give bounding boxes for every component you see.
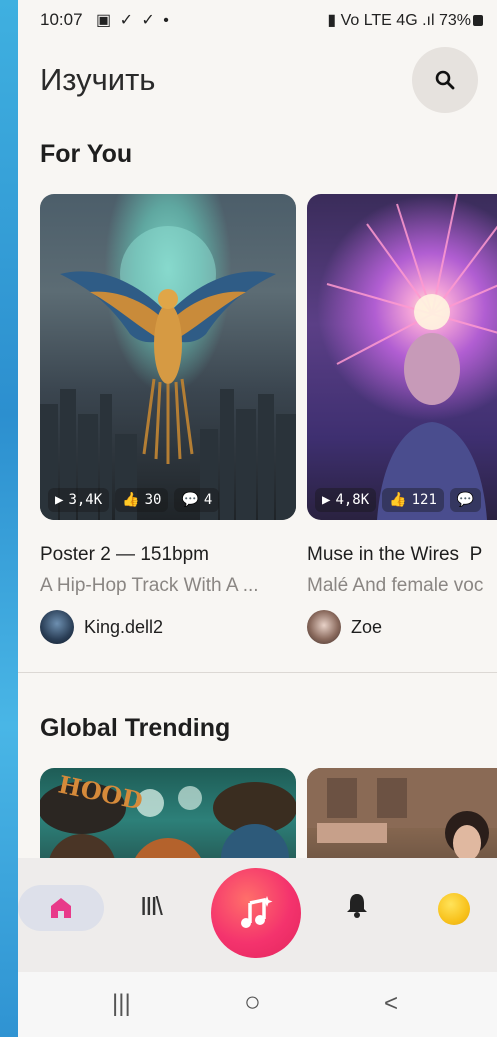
home-icon	[51, 898, 71, 918]
likes-count: 30	[144, 492, 162, 508]
track-artwork[interactable]: ▶ 3,4K 👍 30 💬 4	[40, 194, 296, 520]
track-title-text: Muse in the Wires	[307, 544, 460, 565]
plays-count: 4,8K	[335, 492, 370, 508]
play-icon: ▶	[322, 492, 331, 508]
page-title: Изучить	[40, 62, 156, 97]
status-bar: 10:07 ▣ ✓ ✓ • ▮ Vo LTE 4G .ıl 73%	[18, 0, 497, 40]
section-title-for-you: For You	[40, 140, 133, 168]
track-description: A Hip-Hop Track With A ...	[40, 575, 259, 596]
author-name[interactable]: Zoe	[351, 617, 382, 638]
track-stats: ▶ 3,4K 👍 30 💬 4	[48, 488, 220, 512]
author-avatar[interactable]	[40, 610, 74, 644]
home-system-button[interactable]: ○	[244, 986, 261, 1018]
section-divider	[18, 672, 497, 673]
track-card[interactable]: ▶ 3,4K 👍 30 💬 4 Poster 2 — 151bpm A Hip-Hop…	[40, 194, 296, 644]
author-avatar[interactable]	[307, 610, 341, 644]
nav-notifications[interactable]	[344, 891, 370, 924]
track-title[interactable]: Poster 2 — 151bpm	[40, 544, 209, 566]
track-title[interactable]: Muse in the Wires P	[307, 544, 482, 566]
track-artwork[interactable]: ▶ 4,8K 👍 121 💬	[307, 194, 497, 520]
search-button[interactable]	[412, 47, 478, 113]
comment-icon: 💬	[181, 492, 199, 508]
bottom-navigation: III\	[18, 858, 497, 972]
comment-icon: 💬	[456, 492, 475, 508]
thumbs-up-icon: 👍	[389, 492, 407, 508]
library-icon: III\	[140, 891, 163, 921]
search-icon	[435, 70, 455, 90]
background-strip	[0, 0, 18, 1037]
likes-count: 121	[411, 492, 437, 508]
track-author[interactable]: King.dell2	[40, 610, 163, 644]
section-title-global-trending: Global Trending	[40, 714, 231, 742]
plays-stat: ▶ 3,4K	[48, 488, 110, 512]
woman-wires-artwork-image	[326, 194, 497, 520]
nav-library[interactable]: III\	[140, 891, 163, 922]
play-icon: ▶	[55, 492, 64, 508]
plays-count: 3,4K	[68, 492, 103, 508]
comments-count: 4	[203, 492, 213, 508]
track-author[interactable]: Zoe	[307, 610, 382, 644]
nav-home[interactable]	[18, 885, 104, 931]
comments-stat: 💬 4	[174, 488, 220, 512]
status-time: 10:07	[40, 10, 83, 29]
create-music-button[interactable]	[211, 868, 301, 958]
status-right: ▮ Vo LTE 4G .ıl 73%	[327, 10, 483, 30]
bell-icon	[347, 894, 367, 918]
status-notification-icons: ▣ ✓ ✓ •	[96, 12, 171, 29]
recent-apps-button[interactable]: |||	[112, 990, 131, 1018]
likes-stat: 👍 30	[115, 488, 169, 512]
author-name[interactable]: King.dell2	[84, 617, 163, 638]
music-note-sparkle-icon	[241, 896, 273, 928]
track-description: Malé And female voc	[307, 575, 484, 596]
status-signal-battery: ▮ Vo LTE 4G .ıl 73%	[327, 12, 471, 29]
system-navigation-bar: ||| ○ <	[18, 972, 497, 1037]
likes-stat: 👍 121	[382, 488, 444, 512]
app-screen: 10:07 ▣ ✓ ✓ • ▮ Vo LTE 4G .ıl 73% Изучит…	[18, 0, 497, 1037]
comments-stat: 💬	[449, 488, 482, 512]
plays-stat: ▶ 4,8K	[315, 488, 377, 512]
nav-profile-avatar[interactable]	[438, 893, 470, 925]
thumbs-up-icon: 👍	[122, 492, 140, 508]
track-stats: ▶ 4,8K 👍 121 💬	[315, 488, 482, 512]
track-title-suffix: P	[469, 544, 483, 565]
phoenix-artwork-image	[40, 226, 296, 520]
battery-icon	[473, 15, 483, 26]
back-button[interactable]: <	[384, 990, 398, 1018]
track-card[interactable]: ▶ 4,8K 👍 121 💬 Muse in the Wires P Malé An…	[307, 194, 497, 644]
